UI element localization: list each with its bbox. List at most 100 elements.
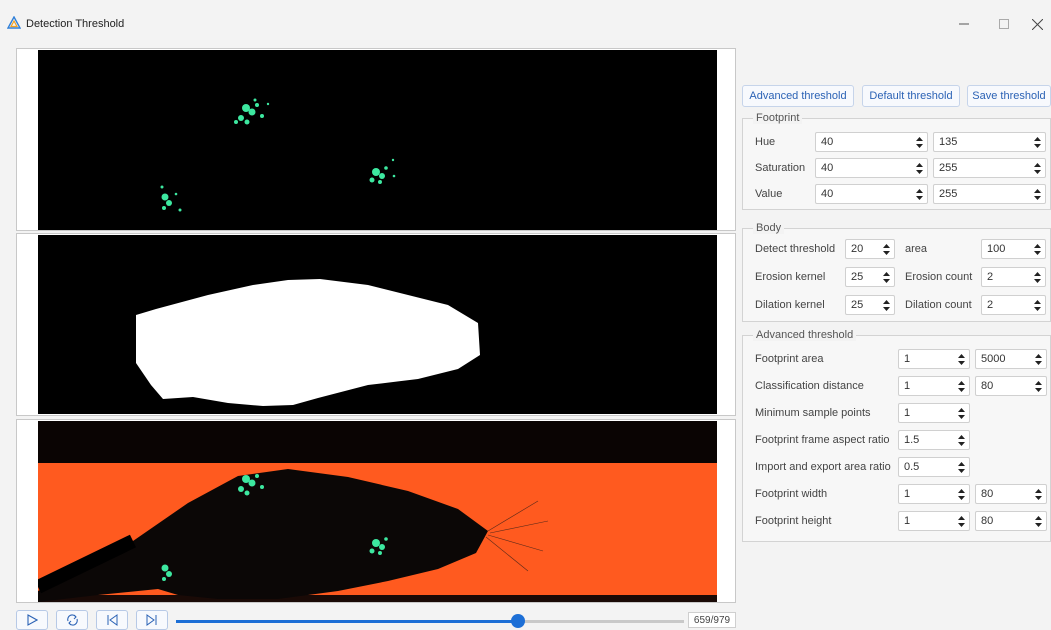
erosion-kernel-spinbox[interactable]: 25 [845,267,895,287]
minimum-sample-points-spinbox[interactable]: 1 [898,403,970,423]
next-frame-icon [146,614,157,626]
body-group-title: Body [753,222,785,234]
spin-arrows-icon [958,381,965,392]
hue-label: Hue [755,136,776,148]
spin-arrows-icon [958,462,965,473]
import-export-area-ratio-spinbox[interactable]: 0.5 [898,457,970,477]
window-title: Detection Threshold [26,18,125,30]
classification-distance-min-spinbox[interactable]: 1 [898,376,970,396]
value-max-value: 255 [939,188,958,200]
saturation-max-spinbox[interactable]: 255 [933,158,1046,178]
minimize-icon [959,23,969,25]
maximize-icon [999,19,1009,29]
footprint-area-label: Footprint area [755,353,824,365]
frame-aspect-ratio-spinbox[interactable]: 1.5 [898,430,970,450]
spin-arrows-icon [1034,272,1041,283]
dilation-count-spinbox[interactable]: 2 [981,295,1046,315]
spin-arrows-icon [958,516,965,527]
frame-slider[interactable] [176,614,684,628]
footprint-area-min-value: 1 [904,353,911,365]
dilation-count-label: Dilation count [905,299,972,311]
footprint-mask-image [38,50,717,230]
play-button[interactable] [16,610,48,630]
previous-frame-button[interactable] [96,610,128,630]
detect-threshold-value: 20 [851,243,864,255]
spin-arrows-icon [1035,354,1042,365]
dilation-kernel-spinbox[interactable]: 25 [845,295,895,315]
detect-threshold-label: Detect threshold [755,243,836,255]
frame-slider-handle[interactable] [510,614,525,628]
value-label: Value [755,188,783,200]
default-threshold-button[interactable]: Default threshold [862,85,960,107]
saturation-min-value: 40 [821,162,834,174]
minimum-sample-points-value: 1 [904,407,911,419]
advanced-threshold-group-title: Advanced threshold [753,329,857,341]
footprint-area-min-spinbox[interactable]: 1 [898,349,970,369]
overlay-view [16,419,736,603]
footprint-width-min-spinbox[interactable]: 1 [898,484,970,504]
maximize-button[interactable] [984,10,1024,38]
footprint-width-label: Footprint width [755,488,828,500]
loop-icon [66,614,78,626]
footprint-width-max-spinbox[interactable]: 80 [975,484,1047,504]
spin-arrows-icon [1034,163,1041,174]
spin-arrows-icon [958,435,965,446]
classification-distance-max-spinbox[interactable]: 80 [975,376,1047,396]
minimum-sample-points-label: Minimum sample points [755,407,871,419]
body-mask-image [38,235,717,414]
next-frame-button[interactable] [136,610,168,630]
import-export-area-ratio-label: Import and export area ratio [755,461,891,473]
hue-max-spinbox[interactable]: 135 [933,132,1046,152]
value-max-spinbox[interactable]: 255 [933,184,1046,204]
footprint-area-max-spinbox[interactable]: 5000 [975,349,1047,369]
dilation-count-value: 2 [987,299,994,311]
footprint-height-max-spinbox[interactable]: 80 [975,511,1047,531]
spin-arrows-icon [1035,489,1042,500]
footprint-width-min-value: 1 [904,488,911,500]
erosion-kernel-value: 25 [851,271,864,283]
play-icon [27,614,38,626]
erosion-count-spinbox[interactable]: 2 [981,267,1046,287]
classification-distance-label: Classification distance [755,380,864,392]
frame-counter: 659/979 [688,612,736,628]
body-group: Body Detect threshold 20 area 100 Erosio… [742,222,1051,322]
advanced-threshold-button[interactable]: Advanced threshold [742,85,854,107]
area-label: area [905,243,928,255]
saturation-max-value: 255 [939,162,958,174]
classification-distance-min-value: 1 [904,380,911,392]
spin-arrows-icon [916,189,923,200]
close-button[interactable] [1024,10,1051,38]
footprint-height-max-value: 80 [981,515,994,527]
footprint-height-label: Footprint height [755,515,832,527]
footprint-mask-view [16,48,736,231]
save-threshold-button[interactable]: Save threshold [967,85,1051,107]
spin-arrows-icon [958,489,965,500]
triangle-logo-icon [7,16,21,29]
previous-frame-icon [107,614,118,626]
area-spinbox[interactable]: 100 [981,239,1046,259]
spin-arrows-icon [1035,381,1042,392]
classification-distance-max-value: 80 [981,380,994,392]
hue-min-spinbox[interactable]: 40 [815,132,928,152]
erosion-count-value: 2 [987,271,994,283]
saturation-min-spinbox[interactable]: 40 [815,158,928,178]
hue-max-value: 135 [939,136,958,148]
footprint-height-min-spinbox[interactable]: 1 [898,511,970,531]
spin-arrows-icon [1034,189,1041,200]
spin-arrows-icon [883,272,890,283]
footprint-width-max-value: 80 [981,488,994,500]
loop-button[interactable] [56,610,88,630]
spin-arrows-icon [916,163,923,174]
erosion-kernel-label: Erosion kernel [755,271,826,283]
minimize-button[interactable] [944,10,984,38]
dilation-kernel-label: Dilation kernel [755,299,825,311]
spin-arrows-icon [958,408,965,419]
spin-arrows-icon [1034,137,1041,148]
erosion-count-label: Erosion count [905,271,973,283]
detect-threshold-spinbox[interactable]: 20 [845,239,895,259]
frame-aspect-ratio-label: Footprint frame aspect ratio [755,434,890,446]
title-bar: Detection Threshold [0,0,1051,48]
value-min-spinbox[interactable]: 40 [815,184,928,204]
footprint-group-title: Footprint [753,112,803,124]
import-export-area-ratio-value: 0.5 [904,461,920,473]
